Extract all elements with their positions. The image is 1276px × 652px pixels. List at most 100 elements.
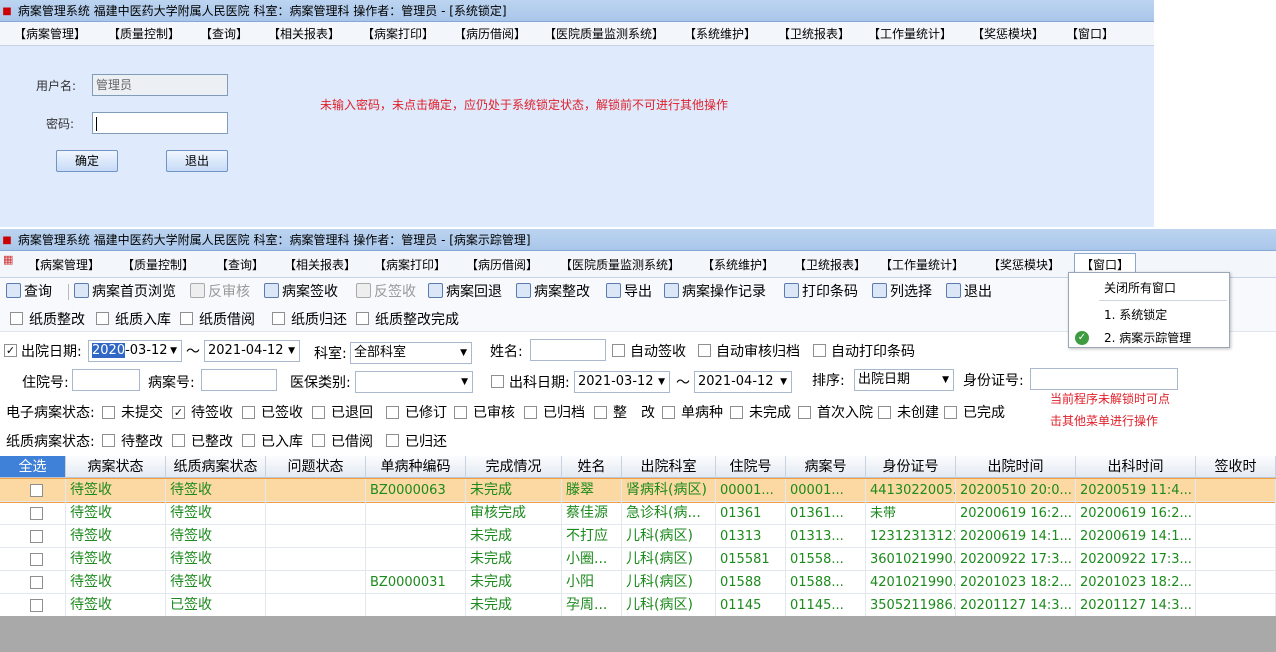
discharge-date-from[interactable]: ▼ 2020-03-12 — [88, 340, 182, 362]
column-header[interactable]: 问题状态 — [266, 456, 366, 478]
export-button[interactable]: 导出 — [606, 282, 652, 302]
row-checkbox[interactable] — [30, 599, 43, 612]
top-menu-item[interactable]: 【医院质量监测系统】 — [544, 22, 664, 46]
insurance-select[interactable]: ▼ — [355, 371, 473, 393]
auto-print-checkbox[interactable] — [813, 344, 826, 357]
paper-status-checkbox[interactable] — [242, 434, 255, 447]
top-menu-item[interactable]: 【工作量统计】 — [868, 22, 952, 46]
column-header[interactable]: 身份证号 — [866, 456, 956, 478]
e-status-checkbox[interactable] — [524, 406, 537, 419]
top-menu-item[interactable]: 【窗口】 — [1066, 22, 1114, 46]
unsign-button[interactable]: 反签收 — [356, 282, 416, 302]
main-menu-item[interactable]: 【卫统报表】 — [794, 253, 866, 277]
e-status-checkbox[interactable] — [242, 406, 255, 419]
main-menu-item[interactable]: 【工作量统计】 — [880, 253, 964, 277]
name-input[interactable] — [530, 339, 606, 361]
select-all-header[interactable]: 全选 — [0, 456, 66, 478]
e-status-checkbox[interactable] — [730, 406, 743, 419]
exit-button[interactable]: 退出 — [166, 150, 228, 172]
row-select-cell[interactable] — [0, 479, 66, 502]
main-menu-item[interactable]: 【系统维护】 — [702, 253, 774, 277]
e-status-checkbox[interactable] — [102, 406, 115, 419]
main-menu-item[interactable]: 【奖惩模块】 — [988, 253, 1060, 277]
unaudit-button[interactable]: 反审核 — [190, 282, 250, 302]
ok-button[interactable]: 确定 — [56, 150, 118, 172]
e-status-checkbox[interactable] — [798, 406, 811, 419]
username-field[interactable]: 管理员 — [92, 74, 228, 96]
main-menu-item[interactable]: 【病案打印】 — [374, 253, 446, 277]
row-checkbox[interactable] — [30, 553, 43, 566]
exit-button[interactable]: 退出 — [946, 282, 992, 302]
discharge-date-checkbox[interactable]: ✓ — [4, 344, 17, 357]
table-row[interactable]: 待签收 待签收 BZ0000063 未完成 滕翠 肾病科(病区) 00001... 00001… — [0, 478, 1276, 503]
top-menu-item[interactable]: 【病案管理】 — [14, 22, 86, 46]
table-row[interactable]: 待签收 待签收 BZ0000031 未完成 小阳 儿科(病区) 01588 01588... 4… — [0, 571, 1276, 594]
row-select-cell[interactable] — [0, 548, 66, 571]
discharge-date-to[interactable]: 2021-04-12 ▼ — [204, 340, 300, 362]
paper-status-checkbox[interactable] — [312, 434, 325, 447]
browse-button[interactable]: 病案首页浏览 — [74, 282, 176, 302]
window-menu-item[interactable]: 关闭所有窗口 — [1069, 278, 1229, 298]
id-card-input[interactable] — [1030, 368, 1178, 390]
table-row[interactable]: 待签收 待签收 未完成 小圈... 儿科(病区) 015581 01558... 360102… — [0, 548, 1276, 571]
out-date-checkbox[interactable] — [491, 375, 504, 388]
auto-audit-checkbox[interactable] — [698, 344, 711, 357]
top-menu-item[interactable]: 【相关报表】 — [268, 22, 340, 46]
paper-status-checkbox[interactable] — [386, 434, 399, 447]
row-select-cell[interactable] — [0, 594, 66, 616]
table-row[interactable]: 待签收 已签收 未完成 孕周... 儿科(病区) 01145 01145... 3505211… — [0, 594, 1276, 616]
paper-status-checkbox[interactable] — [102, 434, 115, 447]
top-menu-item[interactable]: 【质量控制】 — [108, 22, 180, 46]
auto-sign-checkbox[interactable] — [612, 344, 625, 357]
top-menu-item[interactable]: 【病历借阅】 — [454, 22, 526, 46]
column-header[interactable]: 完成情况 — [466, 456, 562, 478]
column-header[interactable]: 纸质病案状态 — [166, 456, 266, 478]
print-button[interactable]: 打印条码 — [784, 282, 858, 302]
row-select-cell[interactable] — [0, 502, 66, 525]
rectify-button[interactable]: 病案整改 — [516, 282, 590, 302]
window-menu-item[interactable]: ✓ 2. 病案示踪管理 — [1069, 328, 1229, 348]
row-checkbox[interactable] — [30, 576, 43, 589]
out-date-to[interactable]: 2021-04-12 ▼ — [694, 371, 792, 393]
row-checkbox[interactable] — [30, 484, 43, 497]
main-menu-item[interactable]: 【病历借阅】 — [466, 253, 538, 277]
top-menu-item[interactable]: 【病案打印】 — [362, 22, 434, 46]
e-status-checkbox[interactable] — [662, 406, 675, 419]
e-status-checkbox[interactable] — [944, 406, 957, 419]
sign-button[interactable]: 病案签收 — [264, 282, 338, 302]
column-header[interactable]: 病案状态 — [66, 456, 166, 478]
main-menu-item[interactable]: 【查询】 — [216, 253, 264, 277]
paper-action-checkbox[interactable] — [96, 312, 109, 325]
paper-action-checkbox[interactable] — [180, 312, 193, 325]
e-status-checkbox[interactable] — [878, 406, 891, 419]
table-row[interactable]: 待签收 待签收 审核完成 蔡佳源 急诊科(病... 01361 01361... 未带 2020… — [0, 502, 1276, 525]
log-button[interactable]: 病案操作记录 — [664, 282, 766, 302]
row-select-cell[interactable] — [0, 525, 66, 548]
column-header[interactable]: 姓名 — [562, 456, 622, 478]
e-status-checkbox[interactable] — [594, 406, 607, 419]
paper-status-checkbox[interactable] — [172, 434, 185, 447]
top-menu-item[interactable]: 【系统维护】 — [684, 22, 756, 46]
column-header[interactable]: 签收时 — [1196, 456, 1276, 478]
top-menu-item[interactable]: 【奖惩模块】 — [972, 22, 1044, 46]
columns-button[interactable]: 列选择 — [872, 282, 932, 302]
column-header[interactable]: 住院号 — [716, 456, 786, 478]
column-header[interactable]: 单病种编码 — [366, 456, 466, 478]
e-status-checkbox[interactable]: ✓ — [172, 406, 185, 419]
column-header[interactable]: 出科时间 — [1076, 456, 1196, 478]
record-no-input[interactable] — [201, 369, 277, 391]
paper-action-checkbox[interactable] — [356, 312, 369, 325]
top-menu-item[interactable]: 【卫统报表】 — [778, 22, 850, 46]
column-header[interactable]: 出院时间 — [956, 456, 1076, 478]
sort-select[interactable]: 出院日期 ▼ — [854, 369, 954, 391]
column-header[interactable]: 出院科室 — [622, 456, 716, 478]
row-checkbox[interactable] — [30, 530, 43, 543]
main-menu-item[interactable]: 【质量控制】 — [122, 253, 194, 277]
search-button[interactable]: 查询 — [6, 282, 52, 302]
inpatient-no-input[interactable] — [72, 369, 140, 391]
main-menu-item[interactable]: 【相关报表】 — [284, 253, 356, 277]
column-header[interactable]: 病案号 — [786, 456, 866, 478]
e-status-checkbox[interactable] — [454, 406, 467, 419]
out-date-from[interactable]: 2021-03-12 ▼ — [574, 371, 670, 393]
top-menu-item[interactable]: 【查询】 — [200, 22, 248, 46]
